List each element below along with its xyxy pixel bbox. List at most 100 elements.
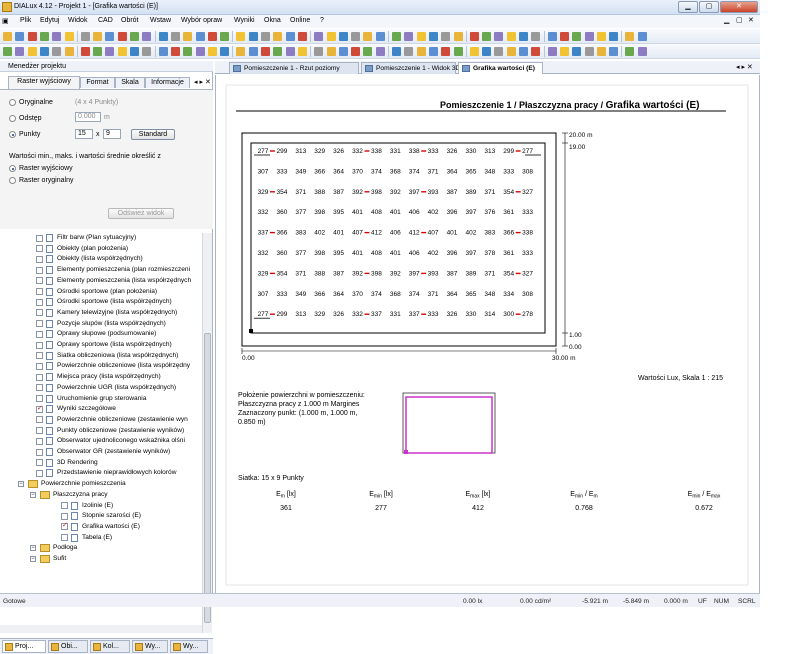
panel-close-icon[interactable]: ✕ [205, 78, 211, 86]
standard-button[interactable]: Standard [131, 129, 175, 140]
toolbar-tool-icon[interactable] [130, 47, 139, 56]
toolbar-tool-icon[interactable] [64, 47, 74, 56]
toolbar-tool-icon[interactable] [482, 32, 492, 41]
tree-checkbox[interactable] [36, 416, 43, 424]
toolbar-tool-icon[interactable] [494, 47, 504, 56]
btab-projekt[interactable]: Proj... [2, 640, 46, 653]
toolbar-tool-icon[interactable] [220, 47, 230, 56]
tree-item[interactable]: − Powierzchnie pomieszczenia [0, 479, 202, 490]
tab-skala[interactable]: Skala [115, 77, 145, 88]
tree-checkbox[interactable] [36, 277, 43, 285]
toolbar-tool-icon[interactable] [519, 47, 528, 56]
toolbar-tool-icon[interactable] [547, 47, 557, 56]
toolbar-tool-icon[interactable] [596, 47, 606, 56]
toolbar-tool-icon[interactable] [469, 47, 479, 56]
toolbar-tool-icon[interactable] [142, 32, 152, 41]
btab-kolory[interactable]: Kol... [90, 640, 130, 653]
toolbar-tool-icon[interactable] [572, 47, 582, 56]
toolbar-tool-icon[interactable] [363, 32, 373, 41]
tree-checkbox[interactable] [36, 448, 43, 456]
mdi-close[interactable]: ✕ [748, 16, 754, 24]
toolbar-tool-icon[interactable] [105, 47, 115, 56]
toolbar-tool-icon[interactable] [248, 32, 258, 41]
mdi-restore[interactable]: ▢ [736, 16, 743, 24]
menu-online[interactable]: Online [290, 17, 310, 24]
toolbar-tool-icon[interactable] [596, 32, 606, 41]
toolbar-tool-icon[interactable] [625, 47, 635, 56]
tree-item[interactable]: Stopnie szarości (E) [0, 511, 202, 522]
radio-odstep[interactable] [9, 115, 16, 122]
doctab-rzut[interactable]: Pomieszczenie 1 - Rzut poziomy [229, 62, 359, 74]
toolbar-tool-icon[interactable] [547, 32, 557, 41]
menu-wyniki[interactable]: Wyniki [234, 17, 255, 24]
tree-checkbox[interactable] [61, 502, 68, 509]
tree-checkbox[interactable] [36, 309, 43, 317]
toolbar-tool-icon[interactable] [482, 47, 492, 56]
toolbar-tool-icon[interactable] [183, 47, 193, 56]
toolbar-tool-icon[interactable] [39, 47, 49, 56]
toolbar-tool-icon[interactable] [220, 32, 230, 41]
btab-wy1[interactable]: Wy... [132, 640, 168, 653]
toolbar-tool-icon[interactable] [236, 47, 246, 56]
refresh-view-button[interactable]: Odśwież widok [108, 208, 174, 219]
toolbar-tool-icon[interactable] [559, 32, 569, 41]
toolbar-tool-icon[interactable] [52, 47, 62, 56]
toolbar-tool-icon[interactable] [170, 32, 180, 41]
tab-scroll-arrows[interactable]: ◂ ▸ [194, 78, 203, 86]
tab-informacje[interactable]: Informacje [145, 77, 190, 88]
tree-checkbox[interactable] [36, 373, 43, 381]
toolbar-tool-icon[interactable] [375, 32, 385, 41]
tree-item[interactable]: Obiekty (lista współrzędnych) [0, 254, 202, 265]
toolbar-tool-icon[interactable] [363, 47, 373, 56]
toolbar-tool-icon[interactable] [285, 47, 295, 56]
toolbar-tool-icon[interactable] [609, 47, 619, 56]
tree-checkbox[interactable] [36, 362, 43, 370]
toolbar-tool-icon[interactable] [3, 32, 12, 41]
tree-expander[interactable]: − [30, 545, 36, 552]
toolbar-tool-icon[interactable] [248, 47, 258, 56]
toolbar-tool-icon[interactable] [428, 32, 438, 41]
toolbar-tool-icon[interactable] [130, 32, 139, 41]
menu-help[interactable]: ? [320, 17, 324, 24]
toolbar-tool-icon[interactable] [494, 32, 504, 41]
tree-checkbox[interactable] [36, 395, 43, 402]
toolbar-tool-icon[interactable] [441, 32, 451, 41]
tree-item[interactable]: Kamery telewizyjne (lista współrzędnych) [0, 308, 202, 319]
toolbar-tool-icon[interactable] [584, 47, 594, 56]
tree-item[interactable]: − Sufit [0, 554, 202, 565]
tree-item[interactable]: Powierzchnie UGR (lista współrzędnych) [0, 383, 202, 394]
toolbar-tool-icon[interactable] [637, 32, 647, 41]
toolbar-tool-icon[interactable] [404, 32, 414, 41]
punkty-x-input[interactable]: 15 [75, 129, 93, 139]
toolbar-tool-icon[interactable] [572, 32, 582, 41]
toolbar-tool-icon[interactable] [584, 32, 594, 41]
tree-item[interactable]: Ośrodki sportowe (plan położenia) [0, 287, 202, 298]
toolbar-tool-icon[interactable] [338, 47, 348, 56]
radio-raster-wyjsciowy[interactable] [9, 165, 16, 172]
toolbar-tool-icon[interactable] [39, 32, 49, 41]
toolbar-tool-icon[interactable] [170, 47, 180, 56]
toolbar-tool-icon[interactable] [93, 32, 103, 41]
toolbar-tool-icon[interactable] [207, 32, 217, 41]
menu-plik[interactable]: Plik [20, 17, 31, 24]
tree-checkbox[interactable] [36, 459, 43, 467]
toolbar-tool-icon[interactable] [52, 32, 62, 41]
tree-checkbox[interactable] [36, 427, 43, 435]
maximize-button[interactable]: ▢ [699, 1, 719, 13]
tree-checkbox[interactable] [36, 245, 43, 253]
toolbar-tool-icon[interactable] [506, 32, 516, 41]
toolbar-tool-icon[interactable] [297, 32, 307, 41]
tab-format[interactable]: Format [80, 77, 115, 88]
toolbar-tool-icon[interactable] [392, 47, 401, 56]
toolbar-tool-icon[interactable] [64, 32, 74, 41]
toolbar-tool-icon[interactable] [428, 47, 438, 56]
tree-checkbox[interactable] [36, 341, 43, 349]
toolbar-tool-icon[interactable] [27, 47, 37, 56]
menu-widok[interactable]: Widok [68, 17, 87, 24]
menu-okna[interactable]: Okna [264, 17, 281, 24]
radio-punkty[interactable] [9, 131, 16, 138]
tab-raster[interactable]: Raster wyjściowy [8, 76, 80, 89]
tree-checkbox[interactable] [36, 288, 43, 295]
toolbar-tool-icon[interactable] [195, 47, 205, 56]
tree-item[interactable]: Wyniki szczegółowe [0, 404, 202, 415]
